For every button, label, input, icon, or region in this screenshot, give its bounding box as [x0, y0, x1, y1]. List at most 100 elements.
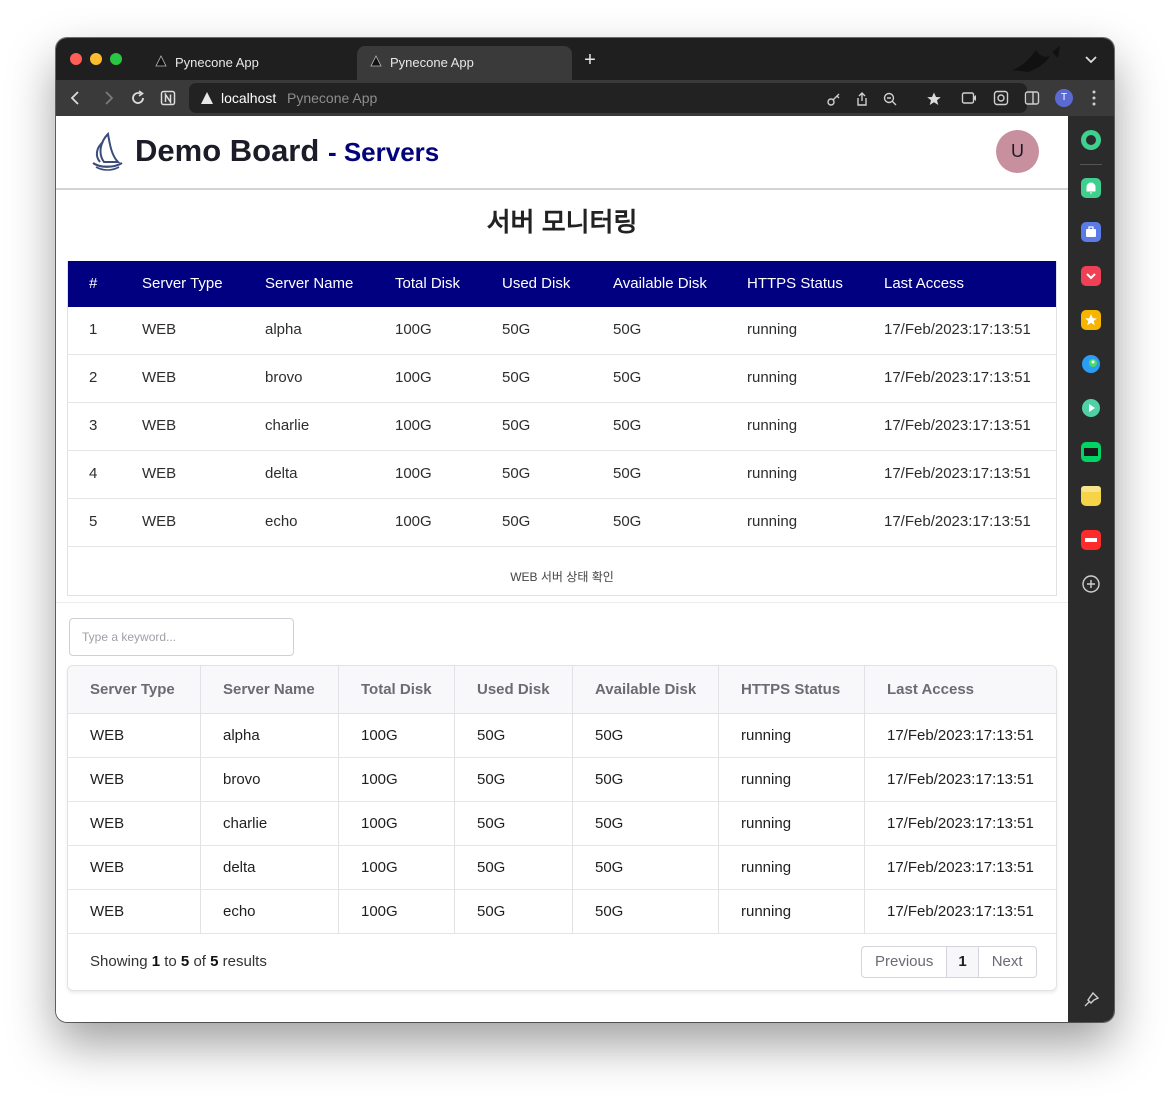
column-header[interactable]: Total Disk	[361, 666, 432, 714]
table-cell: 50G	[502, 369, 531, 386]
cast-icon[interactable]	[961, 90, 977, 106]
user-avatar[interactable]: U	[996, 130, 1039, 173]
table-cell: 50G	[595, 815, 624, 832]
chatgpt-icon[interactable]	[1081, 130, 1101, 150]
table-cell: 100G	[361, 815, 398, 832]
tab-search-chevron-icon[interactable]	[1082, 50, 1100, 68]
table-cell: echo	[223, 903, 256, 920]
table-row: WEB delta 100G 50G 50G running 17/Feb/20…	[68, 846, 1056, 890]
profile-avatar[interactable]: T	[1055, 89, 1073, 107]
table-row: WEB echo 100G 50G 50G running 17/Feb/202…	[68, 890, 1056, 934]
play-icon[interactable]	[1081, 398, 1101, 418]
table-cell: WEB	[90, 771, 125, 788]
column-header[interactable]: Server Type	[90, 666, 175, 714]
table-cell: WEB	[90, 815, 125, 832]
now-icon[interactable]	[1081, 530, 1101, 550]
table-cell: 100G	[395, 417, 432, 434]
column-header: HTTPS Status	[747, 275, 843, 292]
zoom-out-icon[interactable]	[882, 91, 898, 107]
table-cell: delta	[265, 465, 298, 482]
table-cell: brovo	[223, 771, 261, 788]
notification-icon[interactable]	[1081, 178, 1101, 198]
table-cell: 100G	[361, 727, 398, 744]
browser-sidebar	[1068, 116, 1114, 1022]
column-header: Available Disk	[613, 275, 707, 292]
previous-page-button[interactable]: Previous	[862, 947, 946, 977]
star-icon[interactable]	[1081, 310, 1101, 330]
password-key-icon[interactable]	[826, 91, 842, 107]
table-row: 1 WEB alpha 100G 50G 50G running 17/Feb/…	[68, 307, 1056, 355]
table-cell: 17/Feb/2023:17:13:51	[887, 903, 1034, 920]
briefcase-icon[interactable]	[1081, 222, 1101, 242]
table-cell: running	[741, 727, 792, 744]
search-input[interactable]	[69, 618, 294, 656]
address-bar[interactable]: localhost Pynecone App	[189, 83, 1027, 113]
summary-text: Showing	[90, 953, 148, 970]
table-cell: 17/Feb/2023:17:13:51	[884, 417, 1031, 434]
next-page-button[interactable]: Next	[979, 947, 1036, 977]
share-icon[interactable]	[854, 91, 870, 107]
column-divider	[718, 666, 719, 934]
webtoon-icon[interactable]	[1081, 442, 1101, 462]
page-number-button[interactable]: 1	[946, 947, 979, 977]
column-header[interactable]: HTTPS Status	[741, 666, 840, 714]
table-cell: 17/Feb/2023:17:13:51	[887, 727, 1034, 744]
column-header[interactable]: Last Access	[887, 666, 974, 714]
table-cell: running	[747, 417, 798, 434]
app-header: Demo Board - Servers U	[56, 116, 1068, 190]
side-panel-icon[interactable]	[1024, 90, 1040, 106]
browser-tab[interactable]: Pynecone App	[142, 46, 357, 80]
table-cell: running	[741, 903, 792, 920]
table-cell: 100G	[395, 465, 432, 482]
table-cell: 100G	[395, 321, 432, 338]
site-info-warning-icon[interactable]	[200, 91, 214, 105]
column-header: Server Type	[142, 275, 223, 292]
column-divider	[454, 666, 455, 934]
bookmark-star-icon[interactable]	[926, 91, 942, 107]
table-cell: alpha	[265, 321, 302, 338]
minimize-window-button[interactable]	[90, 53, 102, 65]
table-cell: 50G	[613, 369, 642, 386]
notion-icon[interactable]	[158, 88, 178, 108]
address-page-title: Pynecone App	[287, 90, 378, 106]
pynecone-favicon-icon	[154, 55, 168, 69]
column-divider	[200, 666, 201, 934]
pin-icon[interactable]	[1081, 990, 1101, 1010]
address-host: localhost	[221, 90, 277, 106]
forward-icon[interactable]	[98, 88, 118, 108]
table-cell: running	[741, 815, 792, 832]
new-tab-plus-icon[interactable]: +	[580, 50, 600, 70]
browser-tab-active[interactable]: Pynecone App	[357, 46, 572, 80]
pocket-icon[interactable]	[1081, 266, 1101, 286]
reload-icon[interactable]	[128, 88, 148, 108]
table-cell: 50G	[502, 321, 531, 338]
column-header[interactable]: Server Name	[223, 666, 315, 714]
screenshot-icon[interactable]	[993, 90, 1009, 106]
bird-icon[interactable]	[1081, 354, 1101, 374]
column-header[interactable]: Available Disk	[595, 666, 696, 714]
close-window-button[interactable]	[70, 53, 82, 65]
table-cell: 17/Feb/2023:17:13:51	[887, 859, 1034, 876]
table-cell: brovo	[265, 369, 303, 386]
column-divider	[864, 666, 865, 934]
notes-icon[interactable]	[1081, 486, 1101, 506]
more-menu-icon[interactable]	[1086, 89, 1102, 107]
back-icon[interactable]	[66, 88, 86, 108]
maximize-window-button[interactable]	[110, 53, 122, 65]
column-header: Total Disk	[395, 275, 461, 292]
table-cell: running	[747, 369, 798, 386]
table-cell: 50G	[595, 903, 624, 920]
table-row: WEB charlie 100G 50G 50G running 17/Feb/…	[68, 802, 1056, 846]
table-cell: charlie	[265, 417, 310, 434]
table-cell: running	[747, 465, 798, 482]
column-header[interactable]: Used Disk	[477, 666, 550, 714]
table-cell: 50G	[502, 513, 531, 530]
add-icon[interactable]	[1081, 574, 1101, 594]
table-row: 3 WEB charlie 100G 50G 50G running 17/Fe…	[68, 403, 1056, 451]
table-cell: WEB	[142, 465, 177, 482]
table-cell: 17/Feb/2023:17:13:51	[884, 369, 1031, 386]
table-cell: 50G	[595, 859, 624, 876]
server-status-table: # Server Type Server Name Total Disk Use…	[67, 261, 1057, 596]
column-divider	[338, 666, 339, 934]
column-divider	[572, 666, 573, 934]
